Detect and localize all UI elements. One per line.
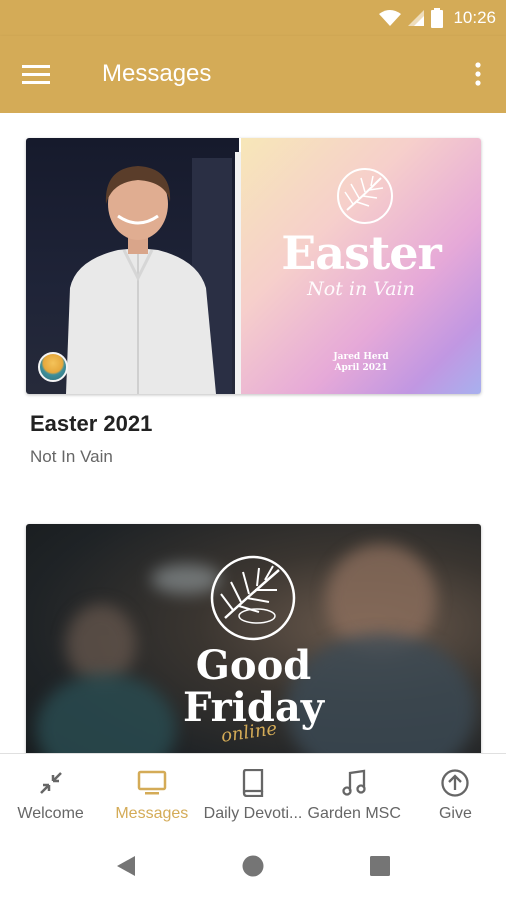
message-title[interactable]: Easter 2021 — [30, 411, 481, 437]
artwork-headline: Easter — [281, 226, 442, 280]
church-logo-badge — [38, 352, 68, 382]
nav-item-welcome[interactable]: Welcome — [0, 754, 101, 830]
artwork-date: April 2021 — [334, 363, 388, 373]
collapse-arrows-icon — [36, 768, 66, 798]
tv-icon — [137, 768, 167, 798]
wifi-icon — [379, 10, 402, 26]
artwork-credit: Jared Herd April 2021 — [241, 352, 481, 374]
artwork-speaker: Jared Herd — [333, 352, 389, 362]
book-icon — [238, 768, 268, 798]
music-note-icon — [339, 768, 369, 798]
system-navigation-bar — [0, 830, 506, 900]
back-triangle-icon — [117, 856, 135, 876]
menu-button[interactable] — [16, 56, 56, 92]
message-subtitle: Not In Vain — [30, 447, 113, 466]
nav-label: Give — [438, 805, 472, 822]
easter-artwork: Easter Not in Vain Jared Herd April 2021 — [241, 138, 481, 394]
nav-label: Welcome — [17, 805, 84, 822]
artwork-script: Not in Vain — [307, 278, 415, 300]
nav-label: Daily Devoti... — [203, 805, 303, 822]
recents-button[interactable] — [366, 852, 394, 880]
status-time: 10:26 — [453, 8, 496, 27]
arrow-up-circle-icon — [440, 768, 470, 798]
message-thumbnail[interactable]: Easter Not in Vain Jared Herd April 2021 — [26, 138, 481, 394]
home-button[interactable] — [239, 852, 267, 880]
more-vert-icon — [475, 62, 481, 86]
recents-square-icon — [370, 856, 390, 876]
hamburger-menu-icon — [22, 65, 50, 84]
speaker-photo — [26, 138, 239, 394]
nav-label: Messages — [115, 805, 189, 822]
page-title: Messages — [102, 60, 212, 87]
nav-label: Garden MSC — [307, 805, 401, 822]
home-circle-icon — [242, 855, 264, 877]
message-thumbnail[interactable]: Good Friday online — [26, 524, 481, 753]
message-card-easter[interactable]: Easter Not in Vain Jared Herd April 2021… — [26, 138, 481, 467]
palm-leaf-emblem-icon — [337, 168, 393, 224]
nav-item-messages[interactable]: Messages — [101, 754, 202, 830]
messages-list[interactable]: Easter Not in Vain Jared Herd April 2021… — [0, 113, 506, 753]
overflow-menu-button[interactable] — [466, 56, 490, 92]
palm-crown-emblem-icon — [210, 555, 296, 641]
status-icons: 10:26 — [379, 6, 496, 30]
nav-item-give[interactable]: Give — [405, 754, 506, 830]
battery-icon — [431, 8, 444, 28]
signal-icon — [408, 10, 425, 26]
back-button[interactable] — [112, 852, 140, 880]
status-bar: 10:26 — [0, 0, 506, 36]
nav-item-garden-msc[interactable]: Garden MSC — [304, 754, 405, 830]
artwork-headline-1: Good — [195, 642, 312, 689]
bottom-navigation: Welcome Messages Daily Devoti... Garden … — [0, 753, 506, 830]
message-card-good-friday[interactable]: Good Friday online — [26, 524, 481, 753]
app-bar: Messages — [0, 36, 506, 113]
nav-item-daily-devotional[interactable]: Daily Devoti... — [202, 754, 303, 830]
